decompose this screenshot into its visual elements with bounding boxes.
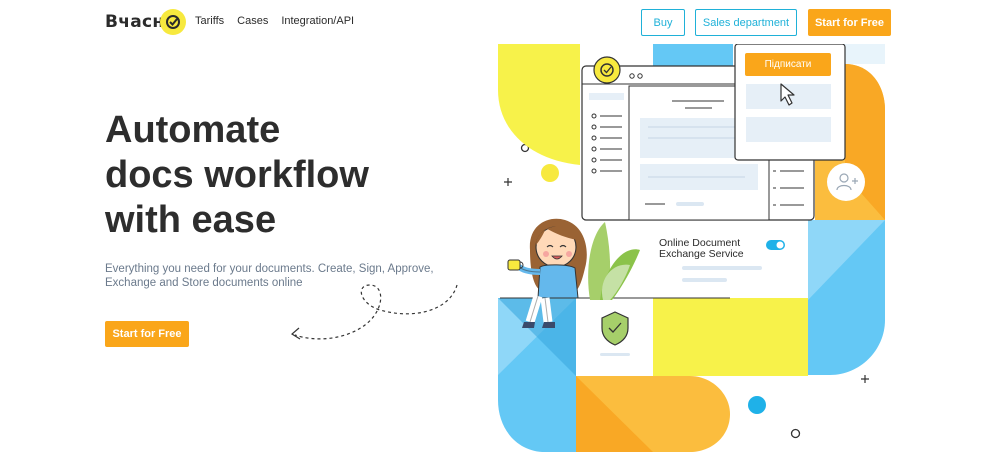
logo-text: Вчасн xyxy=(105,12,165,32)
hero-title-line: Automate xyxy=(105,109,281,151)
service-card-label-line: Exchange Service xyxy=(659,248,744,260)
hero-subtitle-line: Everything you need for your documents. … xyxy=(105,263,434,275)
nav-item-integration-api[interactable]: Integration/API xyxy=(281,15,354,27)
service-card-label: Online Document Exchange Service xyxy=(659,238,759,260)
main-nav: Tariffs Cases Integration/API xyxy=(195,15,354,27)
hero-title-line: with ease xyxy=(105,199,277,241)
sales-department-button[interactable]: Sales department xyxy=(695,9,797,36)
start-for-free-header-button[interactable]: Start for Free xyxy=(808,9,891,36)
logo[interactable]: Вчасн xyxy=(105,9,187,35)
hero-title-line: docs workflow xyxy=(105,154,369,196)
logo-check-icon xyxy=(160,9,187,35)
buy-button[interactable]: Buy xyxy=(641,9,685,36)
dashed-arrow-decoration xyxy=(290,284,458,340)
sign-button: Підписати xyxy=(745,53,831,76)
start-for-free-hero-button[interactable]: Start for Free xyxy=(105,321,189,347)
nav-item-cases[interactable]: Cases xyxy=(237,15,268,27)
hero-title: Automate docs workflow with ease xyxy=(105,108,435,243)
hero-subtitle-line: Exchange and Store documents online xyxy=(105,277,303,289)
nav-item-tariffs[interactable]: Tariffs xyxy=(195,15,224,27)
